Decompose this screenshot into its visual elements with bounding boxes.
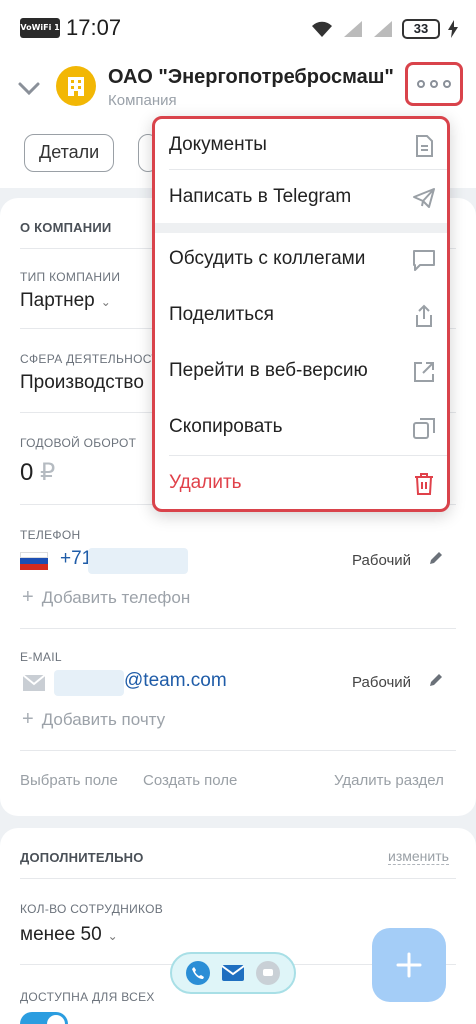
dot-icon: [417, 80, 425, 88]
available-label: ДОСТУПНА ДЛЯ ВСЕХ: [20, 990, 155, 1004]
vowifi-badge: VoWiFi 1: [20, 18, 60, 38]
redacted-block: [88, 548, 188, 574]
menu-item-label: Удалить: [169, 472, 242, 493]
delete-section-link[interactable]: Удалить раздел: [334, 772, 444, 789]
russia-flag-icon: [20, 552, 48, 570]
menu-item-documents[interactable]: Документы: [155, 119, 447, 175]
email-label: E-MAIL: [20, 650, 62, 664]
menu-item-telegram[interactable]: Написать в Telegram: [155, 171, 447, 227]
signal-icon: [344, 21, 362, 37]
available-toggle[interactable]: [20, 1012, 68, 1024]
add-fab-button[interactable]: [372, 928, 446, 1002]
menu-item-label: Документы: [169, 134, 267, 155]
industry-label: СФЕРА ДЕЯТЕЛЬНОСТ: [20, 352, 159, 366]
divider: [20, 750, 456, 751]
section-title-extra: ДОПОЛНИТЕЛЬНО: [20, 850, 144, 865]
edit-link[interactable]: изменить: [388, 848, 449, 865]
battery-indicator: 33: [402, 19, 440, 39]
dot-icon: [430, 80, 438, 88]
context-menu: Документы Написать в Telegram Обсудить с…: [152, 116, 450, 512]
section-title-about: О КОМПАНИИ: [20, 220, 112, 235]
menu-item-label: Поделиться: [169, 304, 274, 325]
dot-icon: [443, 80, 451, 88]
share-icon: [416, 304, 432, 327]
external-link-icon: [414, 362, 434, 382]
chevron-down-icon[interactable]: [16, 75, 42, 101]
phone-type[interactable]: Рабочий: [352, 552, 411, 569]
employees-value[interactable]: менее 50 ⌄: [20, 924, 118, 946]
revenue-amount: 0: [20, 459, 34, 486]
phone-label: ТЕЛЕФОН: [20, 528, 81, 542]
chat-bubble-icon: [413, 250, 435, 271]
building-icon: [68, 77, 84, 96]
menu-separator: [169, 169, 447, 170]
menu-item-label: Обсудить с коллегами: [169, 248, 366, 269]
industry-value[interactable]: Производство: [20, 372, 144, 394]
redacted-block: [54, 670, 124, 696]
menu-item-delete[interactable]: Удалить: [155, 457, 447, 509]
more-options-button[interactable]: [405, 62, 463, 106]
app-header: ОАО "Энергопотребросмаш" Компания: [0, 58, 476, 120]
chevron-down-icon: ⌄: [100, 295, 111, 309]
menu-gap: [155, 223, 447, 233]
signal-icon-2: [374, 21, 392, 37]
currency-symbol: ₽: [40, 459, 56, 486]
phone-icon[interactable]: [185, 961, 210, 985]
pencil-icon[interactable]: [428, 672, 444, 688]
chat-icon[interactable]: [256, 961, 281, 985]
email-type[interactable]: Рабочий: [352, 674, 411, 691]
wifi-icon: [312, 21, 332, 37]
company-title: ОАО "Энергопотребросмаш": [108, 66, 394, 88]
company-type-text: Партнер: [20, 290, 95, 311]
employees-label: КОЛ-ВО СОТРУДНИКОВ: [20, 902, 164, 916]
divider: [20, 878, 456, 879]
chevron-down-icon: ⌄: [107, 929, 118, 943]
menu-item-label: Скопировать: [169, 416, 283, 437]
charging-icon: [448, 20, 458, 38]
add-phone-button[interactable]: + Добавить телефон: [22, 586, 190, 609]
company-subtitle: Компания: [108, 92, 177, 109]
telegram-icon: [413, 188, 435, 208]
menu-item-web-version[interactable]: Перейти в веб-версию: [155, 345, 447, 401]
menu-item-discuss[interactable]: Обсудить с коллегами: [155, 233, 447, 289]
status-icons: 33: [310, 18, 458, 40]
menu-item-label: Написать в Telegram: [169, 186, 352, 207]
menu-separator: [169, 455, 447, 456]
menu-item-label: Перейти в веб-версию: [169, 360, 368, 381]
company-type-value[interactable]: Партнер ⌄: [20, 290, 111, 312]
company-type-label: ТИП КОМПАНИИ: [20, 270, 121, 284]
revenue-label: ГОДОВОЙ ОБОРОТ: [20, 436, 137, 450]
divider: [20, 628, 456, 629]
plus-icon: [396, 952, 422, 978]
email-value[interactable]: @team.com: [124, 670, 227, 692]
revenue-value[interactable]: 0 ₽: [20, 458, 55, 487]
document-icon: [416, 135, 433, 157]
email-icon[interactable]: [221, 961, 245, 985]
add-phone-label: Добавить телефон: [41, 588, 191, 607]
employees-text: менее 50: [20, 924, 102, 945]
trash-icon: [415, 473, 433, 495]
add-email-label: Добавить почту: [41, 710, 166, 729]
add-email-button[interactable]: + Добавить почту: [22, 708, 165, 731]
mail-icon: [22, 674, 46, 691]
menu-item-copy[interactable]: Скопировать: [155, 401, 447, 457]
menu-item-share[interactable]: Поделиться: [155, 289, 447, 345]
plus-icon: +: [22, 586, 34, 608]
tab-details[interactable]: Детали: [24, 134, 115, 172]
company-avatar: [56, 66, 96, 106]
copy-icon: [413, 418, 435, 439]
pencil-icon[interactable]: [428, 550, 444, 566]
communication-bar: [170, 952, 296, 994]
status-time: 17:07: [66, 15, 122, 40]
status-bar: VoWiFi 1 17:07 33: [0, 0, 476, 58]
create-field-link[interactable]: Создать поле: [143, 772, 237, 789]
plus-icon: +: [22, 708, 34, 730]
select-field-link[interactable]: Выбрать поле: [20, 772, 118, 789]
